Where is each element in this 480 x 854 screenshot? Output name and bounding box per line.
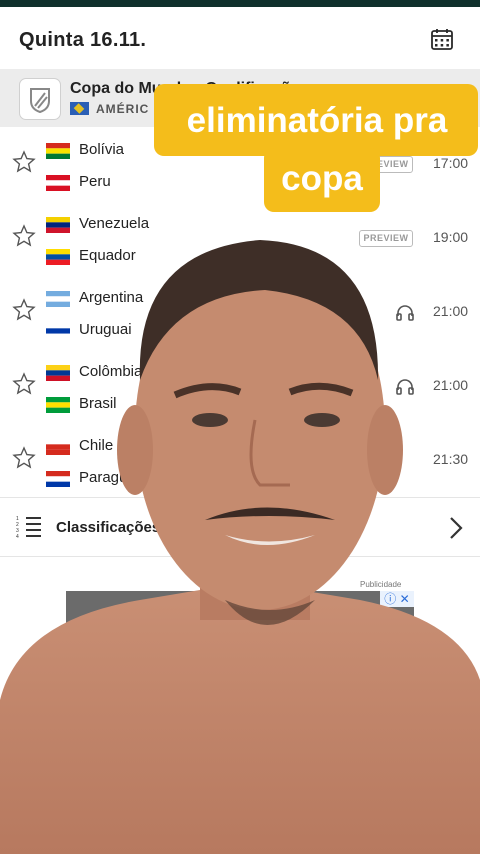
caption-line-2: copa bbox=[281, 159, 363, 198]
caption-line-1: eliminatória pra bbox=[186, 101, 448, 140]
